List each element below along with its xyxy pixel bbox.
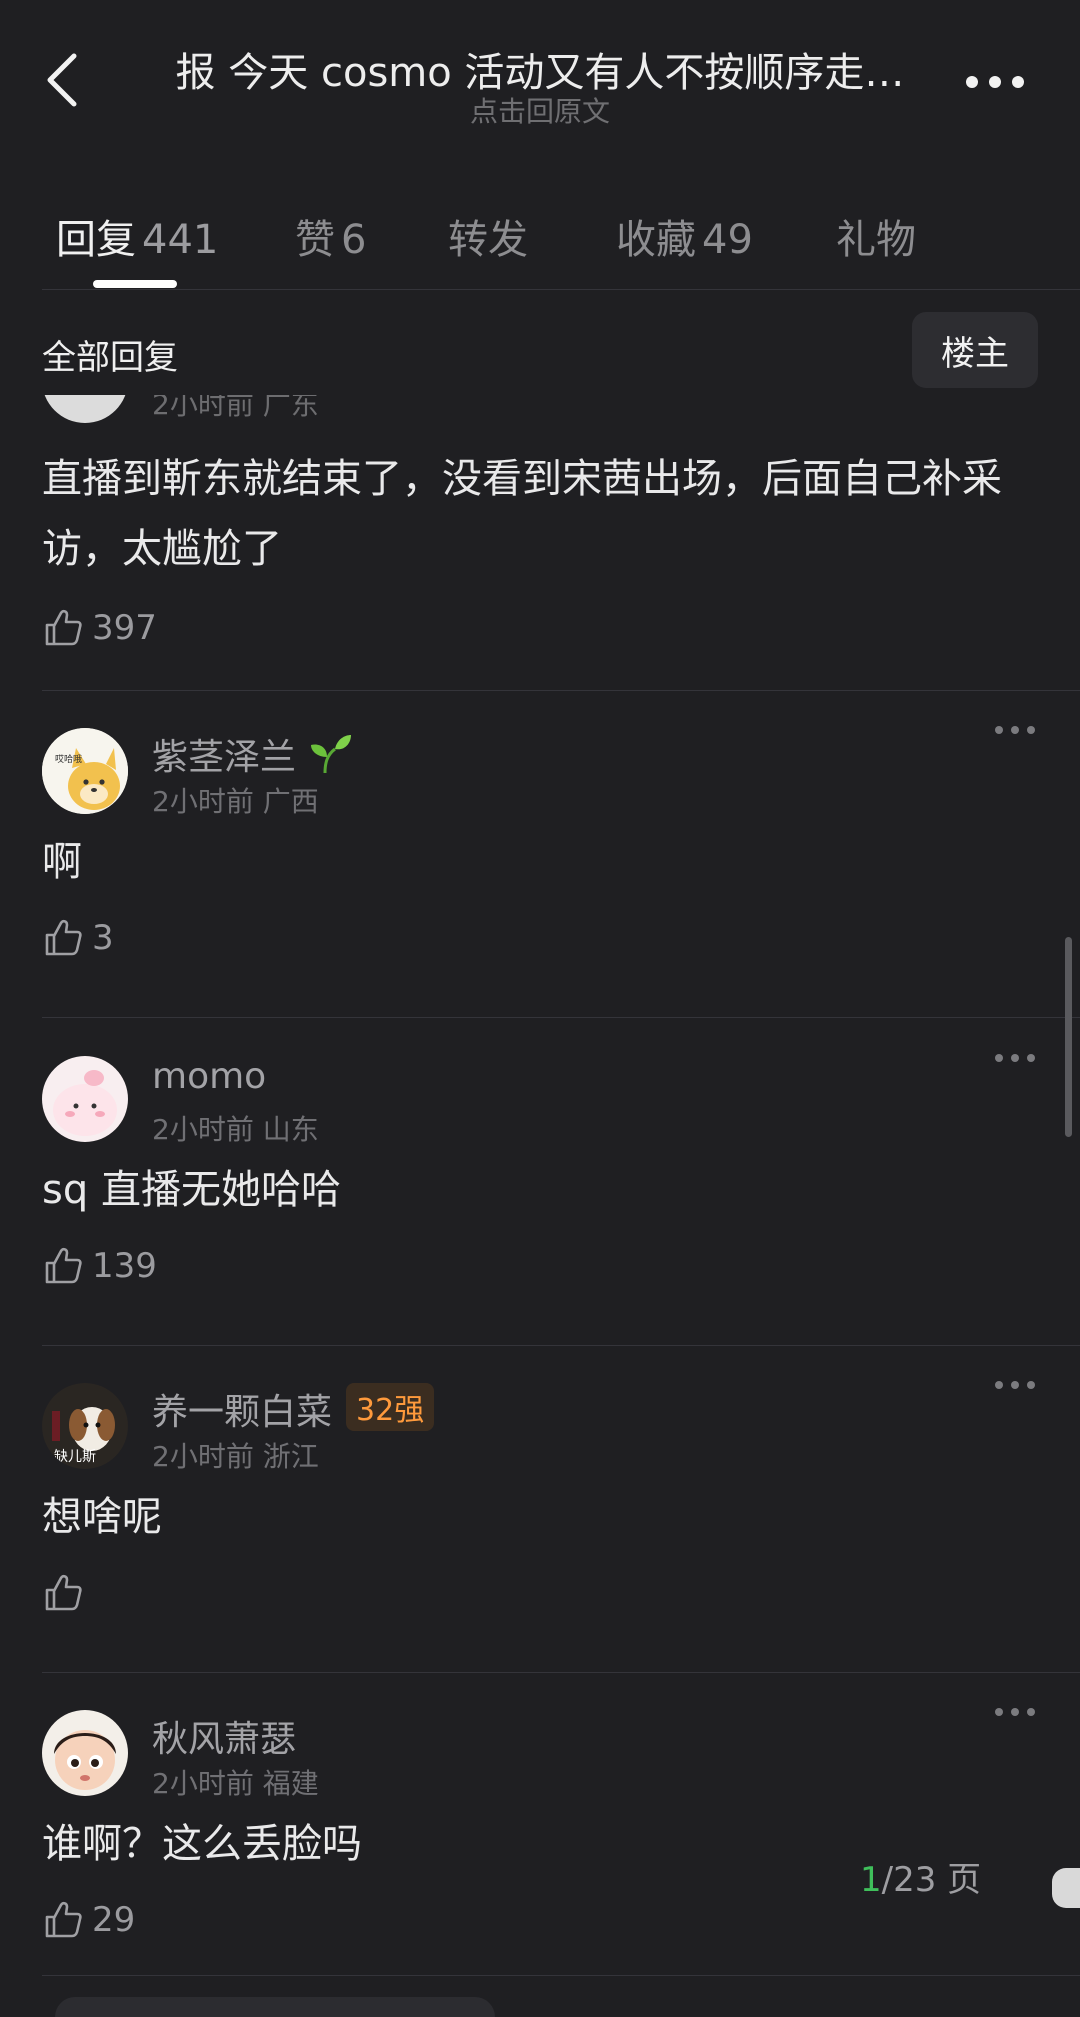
username-text: 养一颗白菜 <box>152 1392 333 1433</box>
tab-label: 礼物 <box>836 217 916 263</box>
pink-blob-avatar-icon <box>42 1056 128 1142</box>
like-button[interactable] <box>42 1571 92 1615</box>
op-only-button[interactable]: 楼主 <box>912 312 1038 388</box>
current-page: 1 <box>860 1860 882 1900</box>
avatar-text: 哎哈哦 <box>55 753 82 765</box>
tab-label: 收藏 <box>616 217 696 263</box>
dog-photo-avatar-icon: 缺儿斯 <box>42 1383 128 1469</box>
tab-label: 回复 <box>56 217 136 263</box>
tab-label: 赞 <box>295 217 335 263</box>
more-options-button[interactable] <box>960 62 1030 102</box>
comment-more-button[interactable] <box>992 720 1038 740</box>
comment-text: 想啥呢 <box>42 1494 162 1540</box>
comment-meta: 2小时前 浙江 <box>152 1440 319 1473</box>
comment-more-button[interactable] <box>992 1702 1038 1722</box>
reply-input-bar[interactable] <box>55 1997 495 2017</box>
top-bar: 报 今天 cosmo 活动又有人不按顺序走… 点击回原文 <box>0 0 1080 150</box>
tab-count: 441 <box>142 217 219 263</box>
comment-meta: 2小时前 广东 <box>152 395 319 421</box>
comment-text: 直播到靳东就结束了，没看到宋茜出场，后面自己补采访，太尴尬了 <box>42 456 1002 572</box>
avatar[interactable]: 缺儿斯 <box>42 1383 128 1469</box>
shiba-avatar-icon: 哎哈哦 <box>42 728 128 814</box>
comment-meta: 2小时前 广西 <box>152 785 319 818</box>
tab-gifts[interactable]: 礼物 <box>836 207 922 265</box>
floating-edge-handle[interactable] <box>1052 1868 1080 1908</box>
like-button[interactable]: 3 <box>42 916 114 960</box>
more-dots-icon <box>995 1381 1035 1389</box>
username[interactable]: 紫茎泽兰 <box>152 728 353 780</box>
avatar[interactable]: 哎哈哦 <box>42 728 128 814</box>
page-indicator[interactable]: 1/23 页 <box>860 1852 981 1901</box>
divider <box>42 289 1080 290</box>
comment-meta: 2小时前 山东 <box>152 1113 319 1146</box>
tab-likes[interactable]: 赞6 <box>295 207 366 265</box>
avatar[interactable] <box>42 1056 128 1142</box>
comment-text: sq 直播无她哈哈 <box>42 1167 341 1213</box>
sprout-icon <box>311 735 352 773</box>
more-dots-icon <box>995 1708 1035 1716</box>
divider <box>42 1975 1080 1976</box>
comment-more-button[interactable] <box>992 1375 1038 1395</box>
thumbs-up-icon <box>45 609 82 646</box>
tab-count: 6 <box>341 217 367 263</box>
username[interactable]: 秋风萧瑟 <box>152 1710 296 1762</box>
like-count: 397 <box>92 608 157 648</box>
comment-meta: 2小时前 福建 <box>152 1767 319 1800</box>
divider <box>42 1672 1080 1673</box>
like-count: 29 <box>92 1900 136 1940</box>
tab-replies[interactable]: 回复 441 <box>56 207 218 265</box>
avatar-text: 缺儿斯 <box>54 1449 96 1465</box>
like-button[interactable]: 139 <box>42 1244 157 1288</box>
partial-comment-header: 2小时前 广东 <box>0 395 1080 425</box>
avatar[interactable] <box>42 395 128 423</box>
cartoon-girl-avatar-icon <box>42 1710 128 1796</box>
active-tab-indicator <box>93 280 177 288</box>
tab-bar: 回复 441 赞6 转发 收藏 49 礼物 <box>0 180 1080 290</box>
comment-more-button[interactable] <box>992 1048 1038 1068</box>
like-count: 139 <box>92 1246 157 1286</box>
more-dots-icon <box>966 76 1024 88</box>
rank-badge: 32强 <box>346 1383 435 1431</box>
like-button[interactable]: 29 <box>42 1898 135 1942</box>
like-count: 3 <box>92 918 114 958</box>
divider <box>42 1017 1080 1018</box>
like-button[interactable]: 397 <box>42 606 157 650</box>
more-dots-icon <box>995 726 1035 734</box>
username-text: 紫茎泽兰 <box>152 737 297 778</box>
comment-list[interactable]: 2小时前 广东 直播到靳东就结束了，没看到宋茜出场，后面自己补采访，太尴尬了 3… <box>0 395 1080 2017</box>
all-replies-label: 全部回复 <box>42 338 178 378</box>
divider <box>42 690 1080 691</box>
username[interactable]: momo <box>152 1056 266 1097</box>
tab-label: 转发 <box>448 217 528 263</box>
thumbs-up-icon <box>45 1901 82 1938</box>
more-dots-icon <box>995 1054 1035 1062</box>
thumbs-up-icon <box>45 1247 82 1284</box>
back-to-original-link[interactable]: 点击回原文 <box>0 90 1080 130</box>
avatar[interactable] <box>42 1710 128 1796</box>
username[interactable]: 养一颗白菜 32强 <box>152 1383 435 1435</box>
total-pages: /23 页 <box>881 1860 982 1900</box>
tab-reposts[interactable]: 转发 <box>448 207 534 265</box>
tab-favorites[interactable]: 收藏 49 <box>616 207 753 265</box>
thumbs-up-icon <box>45 919 82 956</box>
thumbs-up-icon <box>45 1574 82 1611</box>
comment-text: 啊 <box>42 839 82 885</box>
divider <box>42 1345 1080 1346</box>
tab-count: 49 <box>702 217 753 263</box>
scrollbar[interactable] <box>1065 937 1072 1137</box>
